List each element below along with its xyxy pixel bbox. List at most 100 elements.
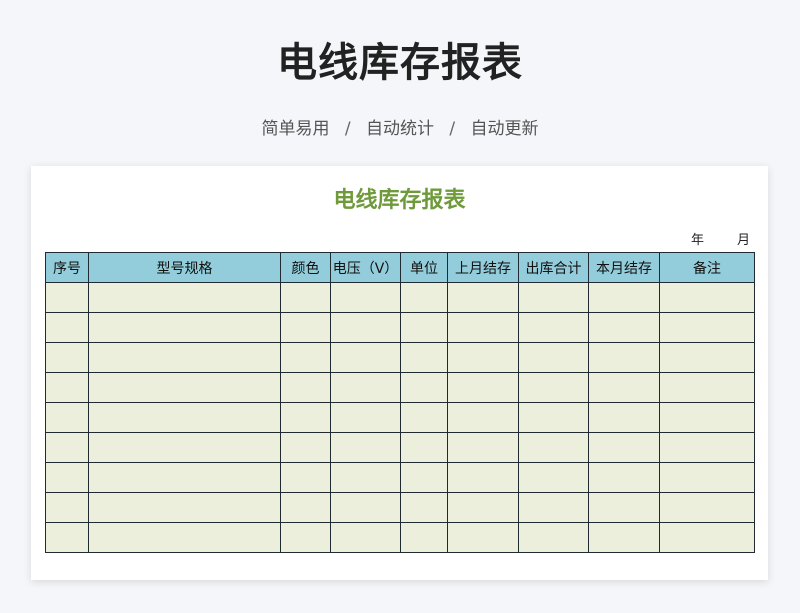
table-cell[interactable]: [280, 402, 331, 433]
table-cell[interactable]: [280, 342, 331, 373]
table-cell[interactable]: [659, 282, 755, 313]
feature-tag-auto-update: 自动更新: [470, 119, 539, 139]
table-cell[interactable]: [518, 342, 589, 373]
table-row: [45, 462, 755, 493]
table-cell[interactable]: [518, 372, 589, 403]
column-header-voltage: 电压（V）: [330, 252, 401, 283]
table-cell[interactable]: [280, 492, 331, 523]
table-cell[interactable]: [518, 402, 589, 433]
table-cell[interactable]: [447, 342, 519, 373]
table-row: [45, 342, 755, 373]
column-header-last-month-balance: 上月结存: [447, 252, 519, 283]
table-cell[interactable]: [588, 402, 660, 433]
table-cell[interactable]: [280, 462, 331, 493]
table-cell[interactable]: [400, 402, 448, 433]
table-cell[interactable]: [330, 402, 401, 433]
table-cell[interactable]: [330, 432, 401, 463]
tag-separator: /: [344, 119, 351, 139]
table-cell[interactable]: [88, 522, 281, 553]
table-cell[interactable]: [588, 372, 660, 403]
table-cell[interactable]: [45, 492, 89, 523]
table-cell[interactable]: [88, 312, 281, 343]
table-row: [45, 522, 755, 553]
table-cell[interactable]: [88, 402, 281, 433]
table-cell[interactable]: [659, 402, 755, 433]
table-cell[interactable]: [518, 492, 589, 523]
table-cell[interactable]: [400, 432, 448, 463]
table-cell[interactable]: [400, 312, 448, 343]
table-cell[interactable]: [400, 492, 448, 523]
table-cell[interactable]: [518, 312, 589, 343]
table-cell[interactable]: [45, 372, 89, 403]
column-header-model: 型号规格: [88, 252, 281, 283]
table-cell[interactable]: [659, 462, 755, 493]
table-cell[interactable]: [280, 432, 331, 463]
table-cell[interactable]: [400, 462, 448, 493]
table-cell[interactable]: [330, 492, 401, 523]
table-cell[interactable]: [45, 432, 89, 463]
table-cell[interactable]: [280, 522, 331, 553]
table-cell[interactable]: [588, 282, 660, 313]
table-cell[interactable]: [88, 282, 281, 313]
table-row: [45, 372, 755, 403]
column-header-this-month-balance: 本月结存: [588, 252, 660, 283]
table-cell[interactable]: [659, 522, 755, 553]
year-label: 年: [691, 233, 705, 248]
table-cell[interactable]: [88, 462, 281, 493]
table-cell[interactable]: [447, 312, 519, 343]
table-cell[interactable]: [330, 462, 401, 493]
table-cell[interactable]: [518, 432, 589, 463]
table-cell[interactable]: [659, 432, 755, 463]
table-cell[interactable]: [330, 282, 401, 313]
table-cell[interactable]: [518, 462, 589, 493]
table-cell[interactable]: [88, 372, 281, 403]
table-cell[interactable]: [659, 492, 755, 523]
table-cell[interactable]: [447, 432, 519, 463]
table-cell[interactable]: [588, 492, 660, 523]
table-cell[interactable]: [88, 492, 281, 523]
table-cell[interactable]: [518, 522, 589, 553]
table-cell[interactable]: [659, 372, 755, 403]
table-cell[interactable]: [400, 282, 448, 313]
table-cell[interactable]: [88, 432, 281, 463]
table-cell[interactable]: [280, 312, 331, 343]
column-header-unit: 单位: [400, 252, 448, 283]
table-cell[interactable]: [400, 372, 448, 403]
table-cell[interactable]: [659, 312, 755, 343]
table-cell[interactable]: [447, 282, 519, 313]
table-cell[interactable]: [447, 462, 519, 493]
table-cell[interactable]: [588, 462, 660, 493]
table-cell[interactable]: [45, 522, 89, 553]
table-cell[interactable]: [400, 342, 448, 373]
table-cell[interactable]: [588, 522, 660, 553]
table-cell[interactable]: [280, 282, 331, 313]
table-cell[interactable]: [447, 402, 519, 433]
table-cell[interactable]: [88, 342, 281, 373]
table-cell[interactable]: [280, 372, 331, 403]
table-cell[interactable]: [400, 522, 448, 553]
table-cell[interactable]: [45, 462, 89, 493]
table-cell[interactable]: [588, 342, 660, 373]
table-header-row: 序号 型号规格 颜色 电压（V） 单位 上月结存 出库合计 本月结存 备注: [45, 252, 755, 283]
table-cell[interactable]: [588, 432, 660, 463]
table-cell[interactable]: [330, 372, 401, 403]
table-cell[interactable]: [518, 282, 589, 313]
table-cell[interactable]: [45, 342, 89, 373]
tag-separator: /: [449, 119, 456, 139]
table-cell[interactable]: [45, 402, 89, 433]
table-cell[interactable]: [330, 342, 401, 373]
feature-tag-easy: 简单易用: [261, 119, 330, 139]
table-cell[interactable]: [588, 312, 660, 343]
table-cell[interactable]: [330, 522, 401, 553]
table-cell[interactable]: [659, 342, 755, 373]
table-cell[interactable]: [45, 282, 89, 313]
column-header-outbound-total: 出库合计: [518, 252, 589, 283]
table-cell[interactable]: [447, 522, 519, 553]
table-cell[interactable]: [447, 372, 519, 403]
table-cell[interactable]: [447, 492, 519, 523]
table-cell[interactable]: [45, 312, 89, 343]
column-header-color: 颜色: [280, 252, 331, 283]
feature-tag-auto-stats: 自动统计: [366, 119, 434, 139]
table-body: [45, 282, 755, 553]
table-cell[interactable]: [330, 312, 401, 343]
